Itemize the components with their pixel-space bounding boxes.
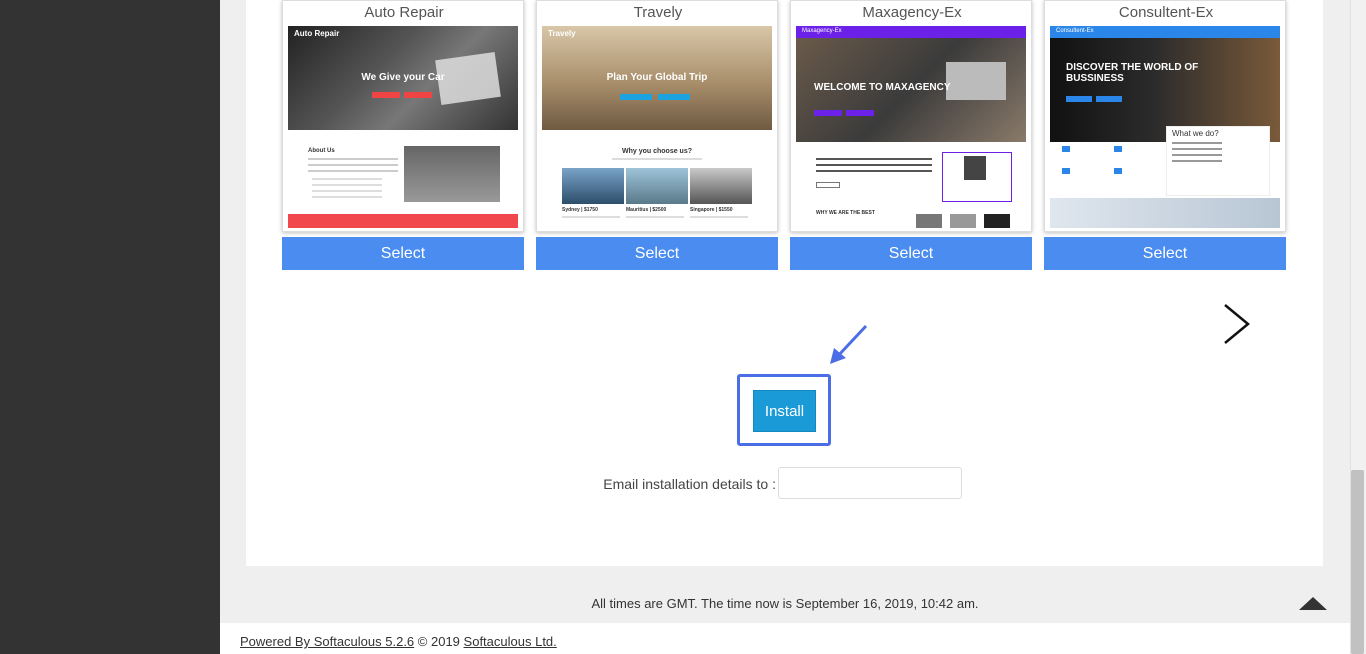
thumb-brand: Travely bbox=[548, 29, 576, 38]
select-button-maxagency-ex[interactable]: Select bbox=[790, 237, 1032, 270]
thumb-section-title: WHY WE ARE THE BEST bbox=[816, 210, 875, 216]
copyright-text: © 2019 bbox=[417, 634, 460, 649]
thumb-brand: Consultent-Ex bbox=[1056, 28, 1094, 34]
annotation-arrow-icon bbox=[830, 324, 868, 364]
theme-title: Travely bbox=[633, 4, 683, 21]
thumb-section-title: What we do? bbox=[1172, 129, 1219, 138]
softaculous-version-link[interactable]: Powered By Softaculous 5.2.6 bbox=[240, 634, 414, 649]
thumb-section-title: Why you choose us? bbox=[621, 148, 692, 155]
theme-preview-frame[interactable]: Auto Repair We Give your Car About Us Au… bbox=[282, 0, 524, 232]
thumb-brand: Maxagency-Ex bbox=[802, 28, 842, 34]
theme-title: Auto Repair bbox=[364, 4, 444, 21]
email-input[interactable] bbox=[778, 467, 962, 499]
theme-preview-frame[interactable]: Consultent-Ex DISCOVER THE WORLD OF BUSS… bbox=[1044, 0, 1286, 232]
thumb-section-title: About Us bbox=[308, 148, 335, 154]
thumb-hero-text: We Give your Car bbox=[361, 72, 445, 83]
theme-title: Consultent-Ex bbox=[1118, 4, 1214, 21]
scroll-to-top-icon[interactable] bbox=[1299, 596, 1327, 610]
select-button-travely[interactable]: Select bbox=[536, 237, 778, 270]
theme-thumbnail: Auto Repair We Give your Car About Us bbox=[288, 26, 518, 228]
theme-thumbnail: Consultent-Ex DISCOVER THE WORLD OF BUSS… bbox=[1050, 26, 1280, 228]
left-sidebar-dark bbox=[0, 0, 220, 654]
install-button[interactable]: Install bbox=[753, 390, 816, 432]
thumb-hero-text: DISCOVER THE WORLD OF BUSSINESS bbox=[1066, 62, 1199, 84]
theme-thumbnail: Travely Plan Your Global Trip Why you ch… bbox=[542, 26, 772, 228]
email-label: Email installation details to : bbox=[603, 476, 776, 492]
scrollbar-thumb[interactable] bbox=[1351, 470, 1364, 654]
thumb-brand: Auto Repair bbox=[294, 29, 340, 38]
chevron-right-icon[interactable] bbox=[1220, 302, 1254, 346]
thumb-city-label: Sydney | $1750 bbox=[562, 207, 598, 213]
thumb-city-label: Singapore | $1550 bbox=[690, 207, 733, 213]
theme-preview-frame[interactable]: Travely Plan Your Global Trip Why you ch… bbox=[536, 0, 778, 232]
thumb-city-label: Mauritius | $2500 bbox=[626, 207, 667, 213]
time-status: All times are GMT. The time now is Septe… bbox=[591, 596, 979, 611]
select-button-consultent-ex[interactable]: Select bbox=[1044, 237, 1286, 270]
theme-thumbnail: Maxagency-Ex WELCOME TO MAXAGENCY WHY WE… bbox=[796, 26, 1026, 228]
thumb-hero-text: WELCOME TO MAXAGENCY bbox=[814, 82, 951, 93]
theme-title: Maxagency-Ex bbox=[862, 4, 962, 21]
theme-preview-frame[interactable]: Maxagency-Ex WELCOME TO MAXAGENCY WHY WE… bbox=[790, 0, 1032, 232]
footer: Powered By Softaculous 5.2.6 © 2019 Soft… bbox=[240, 634, 557, 649]
softaculous-company-link[interactable]: Softaculous Ltd. bbox=[464, 634, 557, 649]
thumb-hero-text: Plan Your Global Trip bbox=[606, 72, 708, 83]
select-button-auto-repair[interactable]: Select bbox=[282, 237, 524, 270]
